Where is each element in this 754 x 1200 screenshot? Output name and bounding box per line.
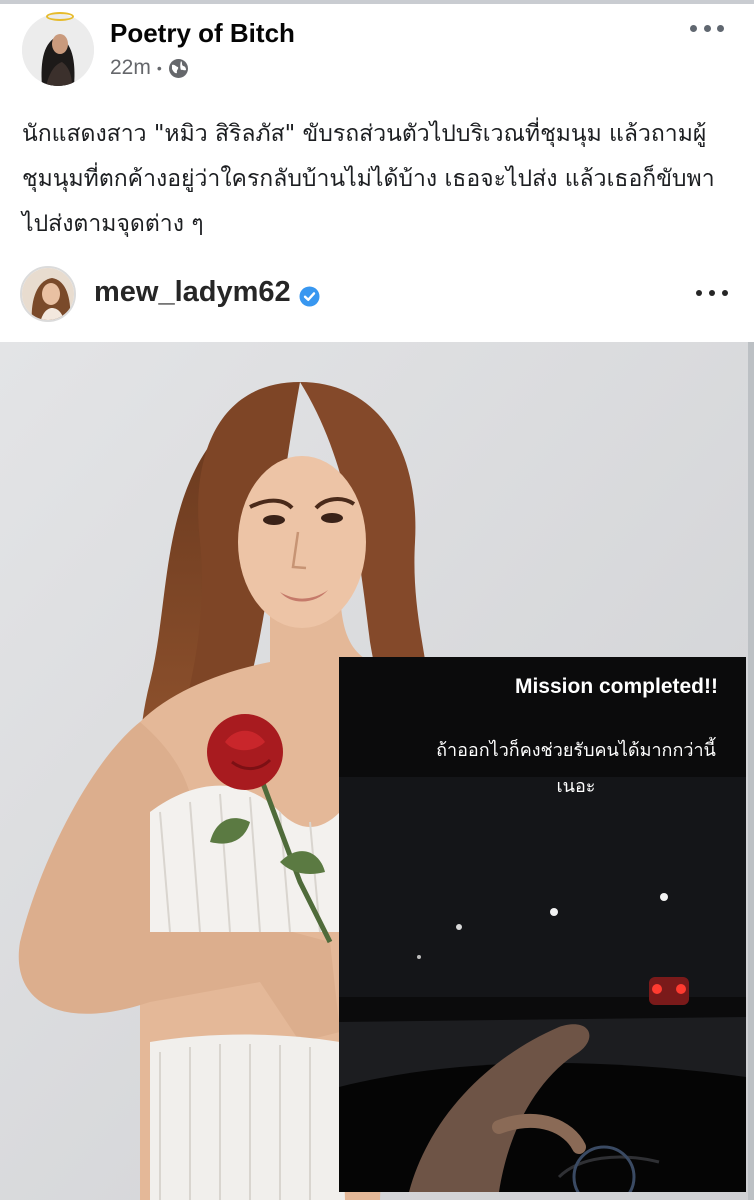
post-meta: 22m •	[110, 56, 189, 80]
story-title: Mission completed!!	[514, 675, 718, 698]
post-more-options-icon[interactable]	[690, 16, 724, 40]
author-name[interactable]: Poetry of Bitch	[110, 18, 295, 49]
post-time[interactable]: 22m	[110, 56, 151, 80]
embed-avatar[interactable]	[20, 266, 76, 322]
embed-username-row: mew_ladym62	[94, 276, 320, 309]
story-caption: ถ้าออกไวก็คงช่วยรับคนได้มากกว่านี้เนอะ	[436, 740, 716, 797]
post-photo[interactable]: Mission completed!! ถ้าออกไวก็คงช่วยรับค…	[0, 342, 754, 1200]
verified-badge-icon	[299, 282, 320, 307]
post-text: นักแสดงสาว "หมิว สิริลภัส" ขับรถส่วนตัวไ…	[22, 121, 715, 237]
author-avatar[interactable]	[22, 14, 94, 86]
halo-icon	[46, 12, 74, 21]
post-header: Poetry of Bitch 22m •	[0, 4, 754, 100]
scroll-edge	[748, 342, 754, 1200]
embed-more-options-icon[interactable]	[696, 288, 728, 298]
story-screenshot: Mission completed!! ถ้าออกไวก็คงช่วยรับค…	[339, 657, 746, 1192]
globe-icon	[168, 58, 189, 79]
meta-separator: •	[156, 60, 162, 76]
embed-header: mew_ladym62	[0, 258, 754, 342]
embed-username[interactable]: mew_ladym62	[94, 276, 291, 309]
